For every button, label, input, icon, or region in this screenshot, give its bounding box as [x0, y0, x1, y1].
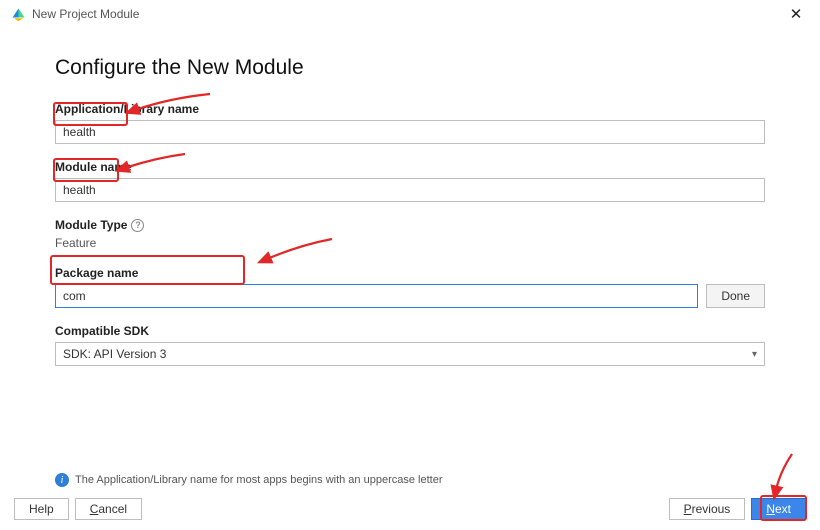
window-title: New Project Module	[32, 7, 139, 21]
module-name-input[interactable]	[55, 178, 765, 202]
close-icon[interactable]: ✕	[782, 4, 810, 24]
module-type-value: Feature	[55, 236, 765, 250]
package-name-label: Package name	[55, 266, 765, 280]
next-button[interactable]: Next	[751, 498, 806, 520]
package-name-group: Package name Done	[55, 266, 765, 308]
app-name-group: Application/Library name	[55, 102, 765, 144]
main-content: Configure the New Module Application/Lib…	[0, 28, 820, 366]
sdk-select[interactable]: SDK: API Version 3 ▾	[55, 342, 765, 366]
app-name-input[interactable]	[55, 120, 765, 144]
sdk-select-value: SDK: API Version 3	[63, 347, 166, 361]
page-title: Configure the New Module	[55, 56, 765, 80]
info-text: The Application/Library name for most ap…	[75, 474, 442, 486]
module-type-group: Module Type ? Feature	[55, 218, 765, 250]
info-message: i The Application/Library name for most …	[55, 473, 442, 487]
info-icon: i	[55, 473, 69, 487]
module-name-label: Module name	[55, 160, 765, 174]
module-type-label-text: Module Type	[55, 218, 127, 232]
app-logo-icon	[10, 6, 26, 22]
titlebar: New Project Module ✕	[0, 0, 820, 28]
module-type-label: Module Type ?	[55, 218, 765, 232]
chevron-down-icon: ▾	[752, 349, 757, 360]
cancel-button[interactable]: Cancel	[75, 498, 142, 520]
package-name-input[interactable]	[55, 284, 698, 308]
arrow-to-next	[770, 452, 800, 497]
app-name-label: Application/Library name	[55, 102, 765, 116]
done-button[interactable]: Done	[706, 284, 765, 308]
previous-button[interactable]: Previous	[669, 498, 746, 520]
sdk-group: Compatible SDK SDK: API Version 3 ▾	[55, 324, 765, 366]
sdk-label: Compatible SDK	[55, 324, 765, 338]
footer: Help Cancel Previous Next	[14, 498, 806, 520]
module-name-group: Module name	[55, 160, 765, 202]
help-icon[interactable]: ?	[131, 219, 144, 232]
help-button[interactable]: Help	[14, 498, 69, 520]
